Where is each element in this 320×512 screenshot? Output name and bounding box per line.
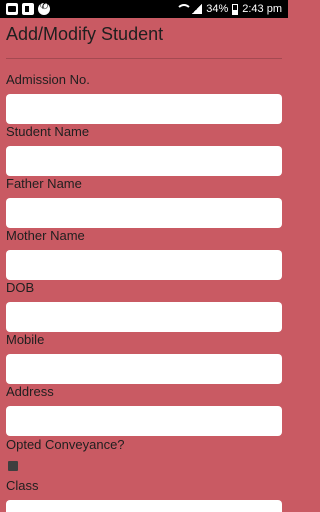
father-name-input[interactable] (6, 198, 282, 228)
dob-label: DOB (6, 280, 35, 295)
status-right: 34% 2:43 pm (176, 3, 282, 15)
clock: 2:43 pm (242, 3, 282, 15)
image-notification-icon (6, 3, 18, 15)
address-label: Address (6, 384, 54, 399)
status-bar: 34% 2:43 pm (0, 0, 288, 18)
status-left (6, 1, 50, 15)
father-name-label: Father Name (6, 176, 82, 191)
admission-no-label: Admission No. (6, 72, 90, 87)
battery-percent: 34% (206, 3, 229, 15)
mother-name-label: Mother Name (6, 228, 85, 243)
page-title: Add/Modify Student (6, 24, 164, 44)
dob-input[interactable] (6, 302, 282, 332)
student-name-input[interactable] (6, 146, 282, 176)
class-input[interactable] (6, 500, 282, 512)
opted-conveyance-checkbox[interactable] (8, 461, 18, 471)
address-input[interactable] (6, 406, 282, 436)
mobile-label: Mobile (6, 332, 45, 347)
admission-no-input[interactable] (6, 94, 282, 124)
signal-icon (192, 4, 203, 14)
flipboard-notification-icon (22, 3, 34, 15)
title-divider (6, 58, 282, 59)
class-label: Class (6, 478, 39, 493)
student-name-label: Student Name (6, 124, 90, 139)
opted-conveyance-label: Opted Conveyance? (6, 437, 125, 452)
battery-icon (232, 3, 239, 15)
mobile-input[interactable] (6, 354, 282, 384)
wifi-icon (176, 4, 193, 14)
phone-notification-icon (38, 1, 50, 15)
mother-name-input[interactable] (6, 250, 282, 280)
